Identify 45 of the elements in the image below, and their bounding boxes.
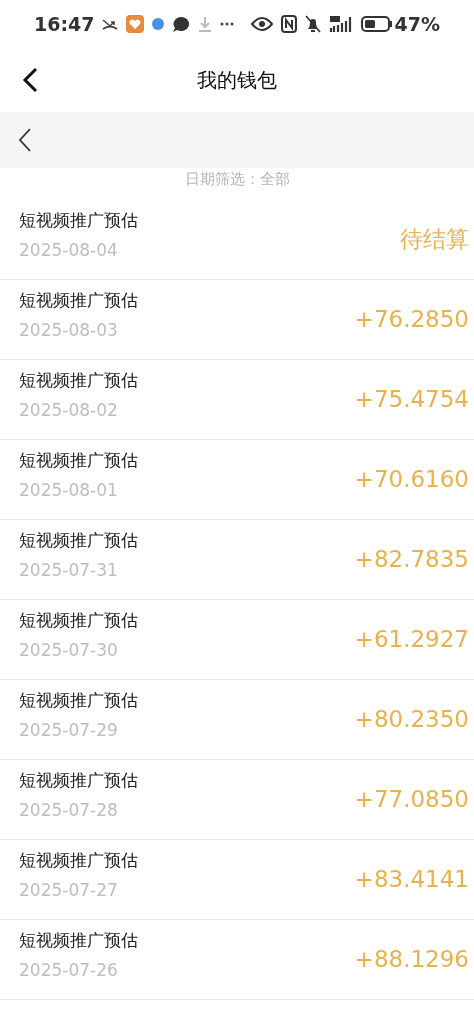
back-icon[interactable] bbox=[22, 67, 38, 93]
record-amount: +77.0850 bbox=[354, 785, 469, 815]
record-amount: +80.2350 bbox=[354, 705, 469, 735]
nfc-icon bbox=[280, 15, 297, 33]
battery-icon bbox=[360, 16, 393, 32]
record-title: 短视频推广预估 bbox=[19, 289, 138, 312]
record-title: 短视频推广预估 bbox=[19, 209, 138, 232]
status-time: 16:47 bbox=[34, 11, 95, 37]
eye-icon bbox=[250, 17, 273, 31]
download-icon bbox=[198, 16, 213, 32]
record-title: 短视频推广预估 bbox=[19, 849, 138, 872]
record-title: 短视频推广预估 bbox=[19, 449, 138, 472]
record-title: 短视频推广预估 bbox=[19, 369, 138, 392]
record-date: 2025-07-30 bbox=[19, 639, 118, 662]
battery-percent: 47% bbox=[394, 11, 440, 37]
record-amount: +70.6160 bbox=[354, 465, 469, 495]
record-title: 短视频推广预估 bbox=[19, 689, 138, 712]
record-amount: +82.7835 bbox=[354, 545, 469, 575]
muted-bell-icon bbox=[304, 15, 321, 33]
record-amount: +83.4141 bbox=[354, 865, 469, 895]
record-date: 2025-08-01 bbox=[19, 479, 118, 502]
record-title: 短视频推广预估 bbox=[19, 529, 138, 552]
record-date: 2025-08-04 bbox=[19, 239, 118, 262]
record-date: 2025-08-02 bbox=[19, 399, 118, 422]
record-date: 2025-08-03 bbox=[19, 319, 118, 342]
record-amount: +61.2927 bbox=[354, 625, 469, 655]
date-filter[interactable]: 日期筛选：全部 bbox=[0, 168, 474, 200]
record-date: 2025-07-28 bbox=[19, 799, 118, 822]
record-amount: 待结算 bbox=[400, 225, 469, 255]
record-date: 2025-07-31 bbox=[19, 559, 118, 582]
heart-app-icon bbox=[126, 15, 145, 33]
record-title: 短视频推广预估 bbox=[19, 769, 138, 792]
record-title: 短视频推广预估 bbox=[19, 929, 138, 952]
record-amount: +75.4754 bbox=[354, 385, 469, 415]
record-amount: +88.1296 bbox=[354, 945, 469, 975]
page-title: 我的钱包 bbox=[197, 67, 277, 94]
record-date: 2025-07-27 bbox=[19, 879, 118, 902]
back-icon[interactable] bbox=[18, 128, 32, 152]
signal-5g-icon bbox=[328, 15, 353, 33]
record-date: 2025-07-29 bbox=[19, 719, 118, 742]
more-icon bbox=[220, 22, 235, 26]
record-title: 短视频推广预估 bbox=[19, 609, 138, 632]
record-date: 2025-07-26 bbox=[19, 959, 118, 982]
record-amount: +76.2850 bbox=[354, 305, 469, 335]
chat-icon bbox=[172, 15, 191, 33]
